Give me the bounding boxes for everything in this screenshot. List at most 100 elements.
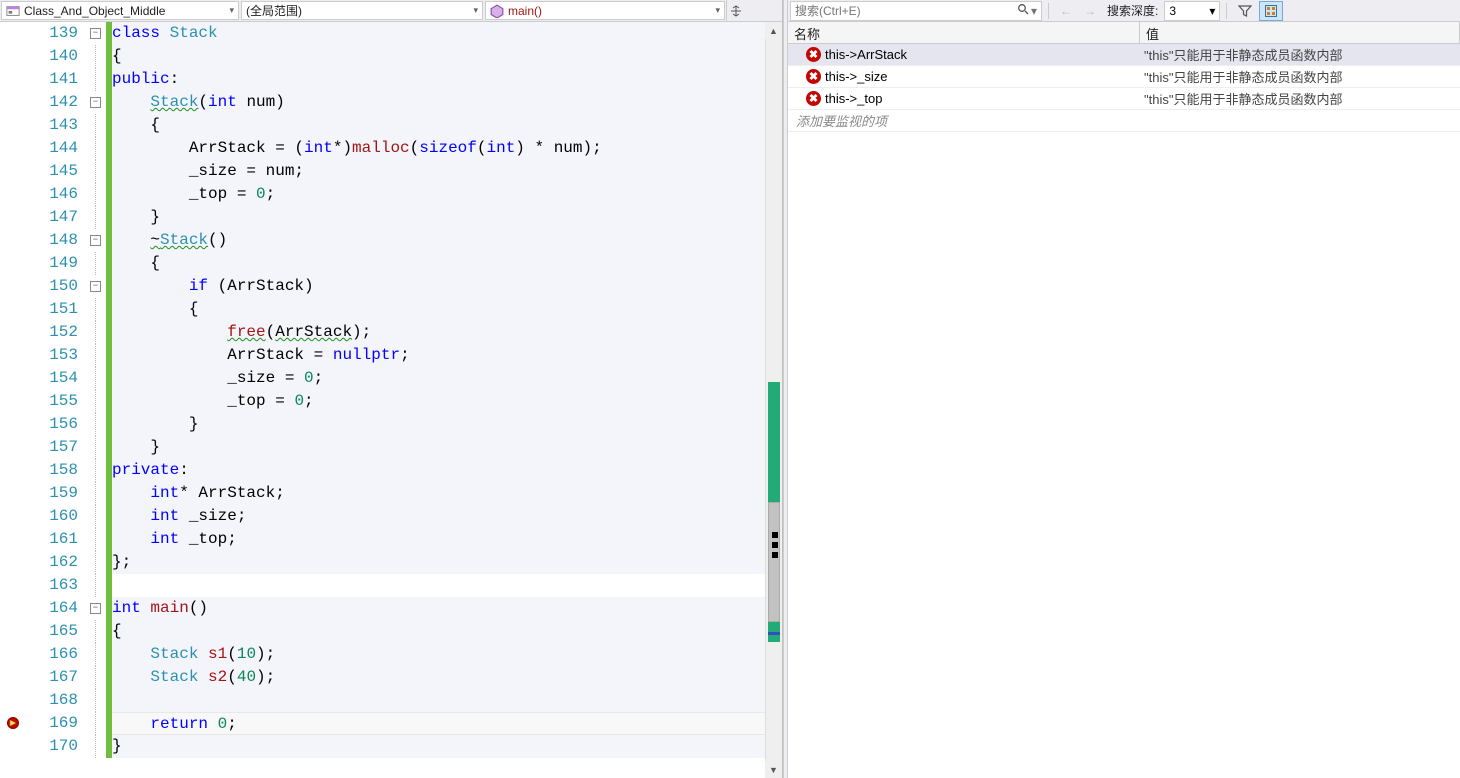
code-line[interactable]: 139−class Stack [0,22,782,45]
code-text[interactable]: int _size; [112,505,782,528]
code-text[interactable]: ArrStack = nullptr; [112,344,782,367]
scroll-down-arrow[interactable]: ▼ [765,761,782,778]
code-line[interactable]: 152 free(ArrStack); [0,321,782,344]
code-line[interactable]: 159 int* ArrStack; [0,482,782,505]
code-text[interactable]: } [112,413,782,436]
watch-rows-container: ✖this->ArrStack"this"只能用于非静态成员函数内部✖this-… [788,44,1460,132]
fold-collapse-icon[interactable]: − [90,28,101,39]
code-line[interactable]: 155 _top = 0; [0,390,782,413]
code-text[interactable]: private: [112,459,782,482]
scroll-thumb[interactable] [768,502,780,622]
code-line[interactable]: 167 Stack s2(40); [0,666,782,689]
nav-project-combo[interactable]: Class_And_Object_Middle ▾ [1,1,239,20]
watch-add-new[interactable]: 添加要监视的项 [788,110,1460,132]
code-text[interactable]: { [112,620,782,643]
code-text[interactable]: if (ArrStack) [112,275,782,298]
code-line[interactable]: 148− ~Stack() [0,229,782,252]
breakpoint-current-icon[interactable] [0,712,34,735]
code-text[interactable]: Stack(int num) [112,91,782,114]
code-line[interactable]: 162}; [0,551,782,574]
code-text[interactable]: return 0; [112,712,782,735]
code-text[interactable]: class Stack [112,22,782,45]
code-line[interactable]: 143 { [0,114,782,137]
code-line[interactable]: 164−int main() [0,597,782,620]
code-line[interactable]: 166 Stack s1(10); [0,643,782,666]
search-depth-label: 搜索深度: [1103,2,1162,19]
code-text[interactable]: }; [112,551,782,574]
code-line[interactable]: 149 { [0,252,782,275]
code-text[interactable]: { [112,252,782,275]
code-line[interactable]: 141public: [0,68,782,91]
code-text[interactable]: _size = 0; [112,367,782,390]
code-text[interactable]: ArrStack = (int*)malloc(sizeof(int) * nu… [112,137,782,160]
search-depth-input[interactable]: 3 ▾ [1164,1,1220,21]
line-number: 145 [34,160,88,183]
watch-row[interactable]: ✖this->_top"this"只能用于非静态成员函数内部 [788,88,1460,110]
watch-col-value-header[interactable]: 值 [1140,22,1460,43]
code-text[interactable]: int main() [112,597,782,620]
code-text[interactable] [112,574,782,597]
line-number: 150 [34,275,88,298]
watch-col-name-header[interactable]: 名称 [788,22,1140,43]
nav-back-button[interactable]: ← [1055,1,1077,21]
code-text[interactable]: _top = 0; [112,390,782,413]
code-text[interactable]: _top = 0; [112,183,782,206]
code-text[interactable]: Stack s2(40); [112,666,782,689]
code-line[interactable]: 169 return 0; [0,712,782,735]
code-line[interactable]: 158private: [0,459,782,482]
code-line[interactable]: 144 ArrStack = (int*)malloc(sizeof(int) … [0,137,782,160]
code-line[interactable]: 165{ [0,620,782,643]
nav-split-button[interactable] [726,0,744,21]
code-line[interactable]: 161 int _top; [0,528,782,551]
code-text[interactable]: int* ArrStack; [112,482,782,505]
watch-row[interactable]: ✖this->_size"this"只能用于非静态成员函数内部 [788,66,1460,88]
code-line[interactable]: 156 } [0,413,782,436]
watch-row[interactable]: ✖this->ArrStack"this"只能用于非静态成员函数内部 [788,44,1460,66]
watch-search-input[interactable]: 搜索(Ctrl+E) ▾ [790,1,1042,21]
show-raw-button[interactable] [1259,1,1283,21]
fold-collapse-icon[interactable]: − [90,603,101,614]
code-line[interactable]: 153 ArrStack = nullptr; [0,344,782,367]
code-text[interactable]: { [112,114,782,137]
code-line[interactable]: 146 _top = 0; [0,183,782,206]
code-text[interactable]: { [112,45,782,68]
code-line[interactable]: 154 _size = 0; [0,367,782,390]
code-text[interactable]: } [112,206,782,229]
code-line[interactable]: 145 _size = num; [0,160,782,183]
code-text-area[interactable]: 139−class Stack140{141public:142− Stack(… [0,22,782,778]
code-text[interactable]: ~Stack() [112,229,782,252]
code-line[interactable]: 163 [0,574,782,597]
code-line[interactable]: 170} [0,735,782,758]
line-number: 156 [34,413,88,436]
line-number: 140 [34,45,88,68]
editor-vertical-scrollbar[interactable]: ▲ ▼ [765,22,782,778]
code-text[interactable]: } [112,436,782,459]
nav-forward-button[interactable]: → [1079,1,1101,21]
nav-scope-combo[interactable]: (全局范围) ▾ [241,1,483,20]
code-line[interactable]: 150− if (ArrStack) [0,275,782,298]
nav-function-combo[interactable]: main() ▾ [485,1,725,20]
code-text[interactable]: _size = num; [112,160,782,183]
code-line[interactable]: 142− Stack(int num) [0,91,782,114]
fold-collapse-icon[interactable]: − [90,235,101,246]
code-line[interactable]: 168 [0,689,782,712]
code-line[interactable]: 147 } [0,206,782,229]
splitter-grip-icon[interactable] [768,532,782,558]
line-number: 139 [34,22,88,45]
code-line[interactable]: 140 { [0,45,782,68]
fold-collapse-icon[interactable]: − [90,281,101,292]
code-text[interactable] [112,689,782,712]
scroll-up-arrow[interactable]: ▲ [765,22,782,39]
code-text[interactable]: public: [112,68,782,91]
fold-collapse-icon[interactable]: − [90,97,101,108]
line-number: 169 [34,712,88,735]
code-line[interactable]: 157 } [0,436,782,459]
code-line[interactable]: 160 int _size; [0,505,782,528]
code-text[interactable]: free(ArrStack); [112,321,782,344]
code-text[interactable]: Stack s1(10); [112,643,782,666]
filter-button[interactable] [1233,1,1257,21]
code-text[interactable]: } [112,735,782,758]
code-line[interactable]: 151 { [0,298,782,321]
code-text[interactable]: int _top; [112,528,782,551]
code-text[interactable]: { [112,298,782,321]
